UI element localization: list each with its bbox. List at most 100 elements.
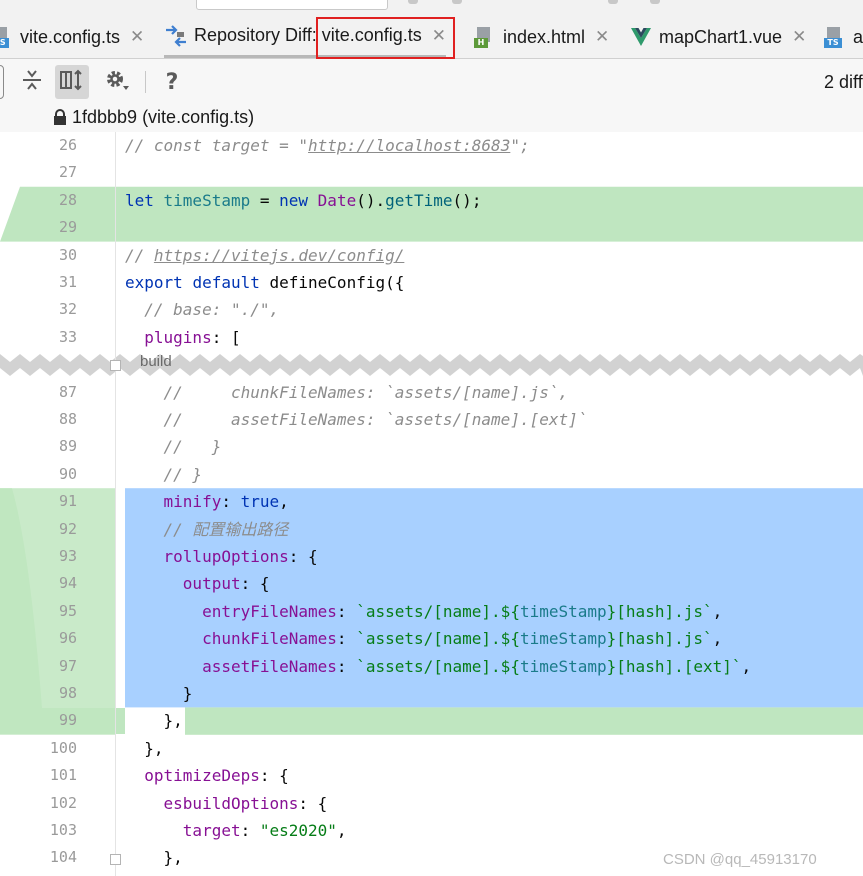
search-box[interactable] xyxy=(196,0,388,10)
ts-file-icon: TS xyxy=(0,26,11,48)
code-token: // } xyxy=(125,437,222,457)
code-token: // 配置输出路径 xyxy=(125,519,289,539)
code-line[interactable]: 31 export default defineConfig({ xyxy=(0,269,863,296)
code-token: }[hash].js` xyxy=(606,629,713,649)
code-line[interactable]: 99 }, xyxy=(0,707,863,734)
code-line[interactable]: 89 // } xyxy=(0,433,863,460)
code-token: (). xyxy=(356,190,386,210)
tab-mapchart1-vue[interactable]: mapChart1.vue ✕ xyxy=(631,16,806,58)
line-number: 97 xyxy=(58,656,77,675)
editor-tab-bar: TS vite.config.ts ✕ Repository Diff: vit… xyxy=(0,16,863,59)
code-text: assetFileNames: `assets/[name].${timeSta… xyxy=(125,653,751,680)
diff-editor[interactable]: build 26 // const target = "http://localh… xyxy=(0,132,863,876)
tab-index-html[interactable]: H index.html ✕ xyxy=(474,16,609,58)
collapse-unchanged-button[interactable] xyxy=(15,65,49,99)
code-token: : [ xyxy=(211,327,241,347)
code-line[interactable]: 95 entryFileNames: `assets/[name].${time… xyxy=(0,598,863,625)
code-text: plugins: [ xyxy=(125,324,241,351)
code-token: // } xyxy=(125,464,203,484)
settings-icon xyxy=(104,68,130,97)
code-line[interactable]: 92 // 配置输出路径 xyxy=(0,516,863,543)
code-line[interactable]: 90 // } xyxy=(0,461,863,488)
code-line[interactable]: 100 }, xyxy=(0,735,863,762)
code-token: // xyxy=(125,245,154,265)
code-token: timeStamp xyxy=(519,601,607,621)
code-text: let timeStamp = new Date().getTime(); xyxy=(125,187,481,214)
nav-back-icon[interactable] xyxy=(408,0,418,4)
toolbar-dropdown-edge[interactable] xyxy=(0,65,4,99)
code-line[interactable]: 91 minify: true, xyxy=(0,488,863,515)
code-line[interactable]: 96 chunkFileNames: `assets/[name].${time… xyxy=(0,625,863,652)
fold-toggle-icon[interactable] xyxy=(110,360,121,371)
code-token: // chunkFileNames: `assets/[name].js`, xyxy=(125,382,569,402)
settings-button[interactable] xyxy=(100,65,134,99)
code-token: }, xyxy=(125,738,164,758)
code-token: , xyxy=(741,656,752,676)
collapsed-region xyxy=(0,354,863,376)
line-number: 103 xyxy=(49,821,77,839)
line-number: 28 xyxy=(58,190,77,209)
code-line[interactable]: 94 output: { xyxy=(0,570,863,597)
code-token: `assets/[name].${ xyxy=(356,656,520,676)
line-number: 29 xyxy=(58,218,77,237)
line-number: 31 xyxy=(58,273,77,291)
nav-forward-icon[interactable] xyxy=(452,0,462,4)
code-text: export default defineConfig({ xyxy=(125,269,404,296)
code-line[interactable]: 33 plugins: [ xyxy=(0,324,863,351)
code-token: true xyxy=(240,492,280,512)
toolbar-icon[interactable] xyxy=(650,0,660,4)
code-text: chunkFileNames: `assets/[name].${timeSta… xyxy=(125,625,722,652)
code-token: chunkFileNames xyxy=(202,629,337,649)
code-line[interactable]: 28 let timeStamp = new Date().getTime(); xyxy=(0,187,863,214)
code-token: }[hash].js` xyxy=(606,601,713,621)
code-text: // assetFileNames: `assets/[name].[ext]` xyxy=(125,406,588,433)
code-line[interactable]: 88 // assetFileNames: `assets/[name].[ex… xyxy=(0,406,863,433)
code-line[interactable]: 102 esbuildOptions: { xyxy=(0,790,863,817)
tab-vite-config[interactable]: TS vite.config.ts ✕ xyxy=(0,16,144,58)
code-token: optimizeDeps xyxy=(144,766,260,786)
close-icon[interactable]: ✕ xyxy=(792,27,806,47)
code-line[interactable]: 98 } xyxy=(0,680,863,707)
code-token: timeStamp xyxy=(163,190,251,210)
repository-diff-icon xyxy=(164,24,188,47)
line-number: 100 xyxy=(49,738,77,757)
line-number: 27 xyxy=(58,163,77,182)
tab-label: Repository Diff: vite.config.ts xyxy=(194,25,422,45)
code-line[interactable]: 27 xyxy=(0,159,863,186)
revision-title: 1fdbbb9 (vite.config.ts) xyxy=(72,107,255,127)
side-by-side-toggle[interactable] xyxy=(55,65,89,99)
code-token: entryFileNames xyxy=(202,601,337,621)
help-button[interactable]: ? xyxy=(155,65,189,99)
side-by-side-icon xyxy=(59,69,85,96)
close-icon[interactable]: ✕ xyxy=(130,27,144,47)
code-token: plugins xyxy=(144,327,212,347)
code-token: getTime xyxy=(385,190,453,210)
code-token: timeStamp xyxy=(519,656,607,676)
code-token: , xyxy=(279,492,289,512)
close-icon[interactable]: ✕ xyxy=(595,27,609,47)
code-line[interactable]: 32 // base: "./", xyxy=(0,296,863,323)
code-token: Date xyxy=(317,190,357,210)
code-line[interactable]: 93 rollupOptions: { xyxy=(0,543,863,570)
toolbar-icon[interactable] xyxy=(608,0,618,4)
tab-label: vite.config.ts xyxy=(20,26,121,47)
code-line[interactable]: 87 // chunkFileNames: `assets/[name].js`… xyxy=(0,379,863,406)
code-line[interactable]: 29 xyxy=(0,214,863,241)
fold-label[interactable]: build xyxy=(140,353,172,370)
code-line[interactable]: 97 assetFileNames: `assets/[name].${time… xyxy=(0,653,863,680)
code-line[interactable]: 26 // const target = "http://localhost:86… xyxy=(0,132,863,159)
close-icon[interactable]: ✕ xyxy=(432,26,446,46)
tab-repository-diff[interactable]: Repository Diff: vite.config.ts ✕ xyxy=(164,16,447,58)
code-token: : xyxy=(240,821,260,840)
line-number: 95 xyxy=(58,601,77,620)
code-line[interactable]: 101 optimizeDeps: { xyxy=(0,762,863,789)
code-line[interactable]: 103 target: "es2020", xyxy=(0,817,863,844)
code-text: output: { xyxy=(125,570,270,597)
code-line[interactable]: 30 // https://vitejs.dev/config/ xyxy=(0,242,863,269)
tab-ap[interactable]: TS ap xyxy=(824,16,863,58)
